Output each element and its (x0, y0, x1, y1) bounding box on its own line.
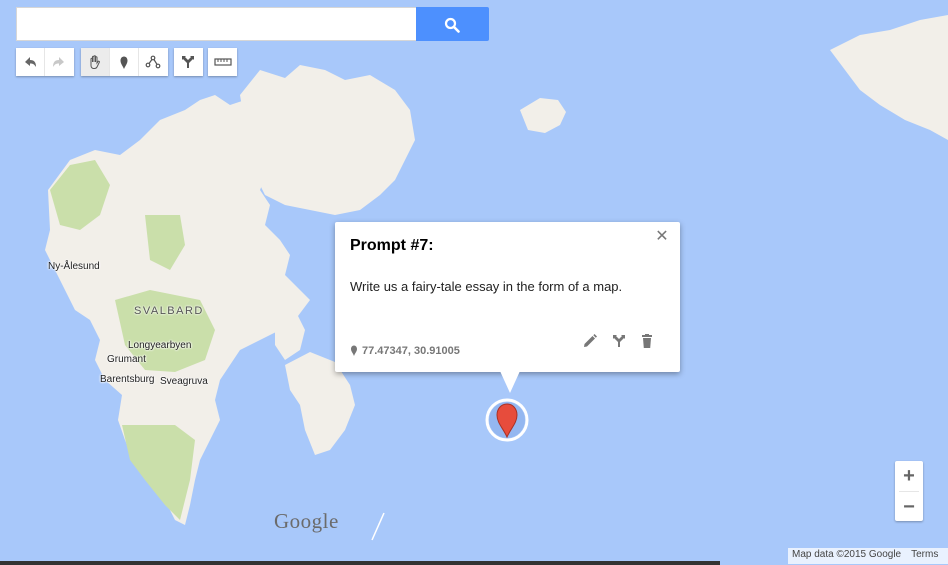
close-icon[interactable]: ✕ (655, 229, 669, 245)
directions-toolbar (174, 48, 203, 76)
search-button[interactable] (416, 7, 489, 41)
google-logo: Google (274, 509, 339, 533)
zoom-control: + − (895, 461, 923, 521)
bottom-edge (0, 561, 720, 565)
add-marker-button[interactable] (110, 48, 139, 76)
line-icon (145, 55, 161, 69)
undo-icon (25, 57, 36, 67)
popup-directions-button[interactable] (611, 333, 629, 351)
place-label-sveagruva: Sveagruva (160, 376, 208, 387)
place-label-barentsburg: Barentsburg (100, 374, 155, 385)
info-window-title: Prompt #7: (350, 237, 434, 254)
measure-button[interactable] (208, 48, 237, 76)
measure-toolbar (208, 48, 237, 76)
marker-icon (120, 56, 128, 69)
draw-line-button[interactable] (139, 48, 168, 76)
delete-button[interactable] (639, 333, 657, 351)
coordinates-row: 77.47347, 30.91005 (350, 344, 460, 357)
coordinates-text: 77.47347, 30.91005 (362, 345, 460, 357)
pan-tool-button[interactable] (81, 48, 110, 76)
pencil-icon (584, 334, 597, 347)
attribution-bar: Map data ©2015 Google Terms (788, 548, 948, 564)
history-toolbar (16, 48, 74, 76)
hand-icon (90, 55, 100, 69)
tools-toolbar (81, 48, 168, 76)
ruler-icon (214, 58, 232, 66)
place-label-ny-alesund: Ny-Ålesund (48, 261, 100, 272)
info-window-description: Write us a fairy-tale essay in the form … (350, 279, 623, 294)
map-data-attribution: Map data ©2015 Google (792, 549, 902, 560)
directions-button[interactable] (174, 48, 203, 76)
directions-icon (613, 335, 625, 347)
search-icon (444, 17, 460, 33)
info-window-pointer (500, 371, 520, 393)
zoom-in-button[interactable]: + (895, 461, 923, 491)
zoom-out-button[interactable]: − (895, 492, 923, 522)
edit-button[interactable] (582, 333, 600, 351)
place-label-longyearbyen: Longyearbyen (128, 340, 192, 351)
directions-icon (182, 56, 194, 68)
place-label-grumant: Grumant (107, 354, 146, 365)
region-label-svalbard: SVALBARD (134, 305, 204, 317)
undo-button[interactable] (16, 48, 45, 76)
redo-icon (53, 57, 64, 67)
search-input[interactable] (16, 7, 416, 41)
terms-link[interactable]: Terms (911, 549, 938, 560)
trash-icon (642, 334, 652, 348)
marker-pin-icon (351, 345, 357, 356)
info-window: Prompt #7: ✕ Write us a fairy-tale essay… (335, 222, 680, 372)
redo-button[interactable] (45, 48, 74, 76)
